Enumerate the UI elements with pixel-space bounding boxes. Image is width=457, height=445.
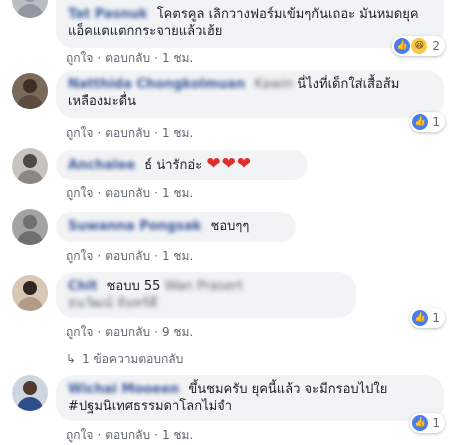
avatar[interactable] [12, 275, 48, 311]
avatar[interactable] [12, 209, 48, 245]
reaction-summary[interactable]: 👍 1 [410, 308, 445, 328]
like-link[interactable]: ถูกใจ [66, 428, 93, 442]
comment-actions: ถูกใจ · ตอบกลับ · 1 ชม. [66, 249, 194, 263]
reaction-summary[interactable]: 👍 1 [410, 112, 445, 132]
reply-link[interactable]: ตอบกลับ [105, 126, 150, 140]
avatar[interactable] [12, 148, 48, 184]
comment-time[interactable]: 1 ชม. [162, 249, 193, 263]
tagged-name-secondary[interactable]: ธนวัฒน์ จันทร์ดี [68, 296, 157, 311]
view-replies-link[interactable]: ↳ 1 ข้อความตอบกลับ [66, 350, 183, 369]
replies-count[interactable]: 1 ข้อความตอบกลับ [82, 352, 183, 366]
reaction-count: 1 [432, 416, 440, 430]
comment-bubble: Chit ชอบบ 55 Wan Prasert ธนวัฒน์ จันทร์ด… [56, 272, 356, 318]
comment-text: ธ์ น่ารักอ่ะ [144, 158, 203, 173]
comment-author[interactable]: Wichai Mooeen [68, 382, 179, 397]
comment-actions: ถูกใจ · ตอบกลับ · 9 ชม. [66, 325, 194, 339]
comment-time[interactable]: 1 ชม. [162, 126, 193, 140]
comment-text: ชอบๆๆ [210, 219, 250, 234]
comment-actions: ถูกใจ · ตอบกลับ · 1 ชม. [66, 186, 194, 200]
like-icon: 👍 [412, 415, 429, 431]
comment-time[interactable]: 1 ชม. [162, 51, 193, 65]
comment-time[interactable]: 1 ชม. [162, 428, 193, 442]
reply-link[interactable]: ตอบกลับ [105, 325, 150, 339]
comment-author[interactable]: Suwanna Pongsak [68, 219, 201, 234]
like-icon: 👍 [412, 310, 429, 326]
like-link[interactable]: ถูกใจ [66, 51, 93, 65]
comment-author[interactable]: Tat Pasnuk [68, 7, 148, 22]
avatar[interactable] [12, 375, 48, 411]
comment-text: ชอบบ 55 [106, 279, 161, 294]
reply-link[interactable]: ตอบกลับ [105, 186, 150, 200]
reaction-count: 2 [432, 39, 440, 53]
like-icon: 👍 [394, 38, 411, 54]
comment-author[interactable]: Natthida Chongkolmuan [68, 77, 245, 92]
like-link[interactable]: ถูกใจ [66, 186, 93, 200]
like-link[interactable]: ถูกใจ [66, 249, 93, 263]
comment-bubble: Wichai Mooeen ขึ้นชมครับ ยุคนี้แล้ว จะมี… [56, 375, 444, 421]
haha-icon: 😆 [410, 37, 429, 55]
reaction-count: 1 [432, 115, 440, 129]
reply-link[interactable]: ตอบกลับ [105, 249, 150, 263]
reaction-summary[interactable]: 👍 😆 2 [392, 36, 445, 56]
reaction-summary[interactable]: 👍 1 [410, 413, 445, 433]
comment-actions: ถูกใจ · ตอบกลับ · 1 ชม. [66, 51, 194, 65]
comment-time[interactable]: 9 ชม. [162, 325, 193, 339]
comment-author[interactable]: Anchalee [68, 158, 135, 173]
comment-actions: ถูกใจ · ตอบกลับ · 1 ชม. [66, 428, 194, 442]
reply-link[interactable]: ตอบกลับ [105, 51, 150, 65]
comment-bubble: Natthida Chongkolmuan Kawin นี่ไงที่เด็ก… [56, 70, 444, 118]
comment-bubble: Anchalee ธ์ น่ารักอ่ะ ❤❤❤ [56, 150, 308, 180]
comment-actions: ถูกใจ · ตอบกลับ · 1 ชม. [66, 126, 194, 140]
tagged-name[interactable]: Wan Prasert [165, 279, 244, 294]
reply-arrow-icon: ↳ [66, 352, 77, 366]
like-link[interactable]: ถูกใจ [66, 126, 93, 140]
comment-bubble: Suwanna Pongsak ชอบๆๆ [56, 212, 296, 242]
comment-author[interactable]: Chit [68, 279, 97, 294]
like-link[interactable]: ถูกใจ [66, 325, 93, 339]
like-icon: 👍 [412, 114, 429, 130]
reply-link[interactable]: ตอบกลับ [105, 428, 150, 442]
heart-emoji-icon: ❤❤❤ [206, 154, 253, 174]
comment-time[interactable]: 1 ชม. [162, 186, 193, 200]
avatar[interactable] [12, 73, 48, 109]
comment-bubble: Tat Pasnuk โคตรคูล เลิกวางฟอร์มเข้มๆกันเ… [56, 0, 444, 48]
avatar[interactable] [12, 0, 48, 18]
tagged-name[interactable]: Kawin [254, 77, 293, 92]
reaction-count: 1 [432, 311, 440, 325]
